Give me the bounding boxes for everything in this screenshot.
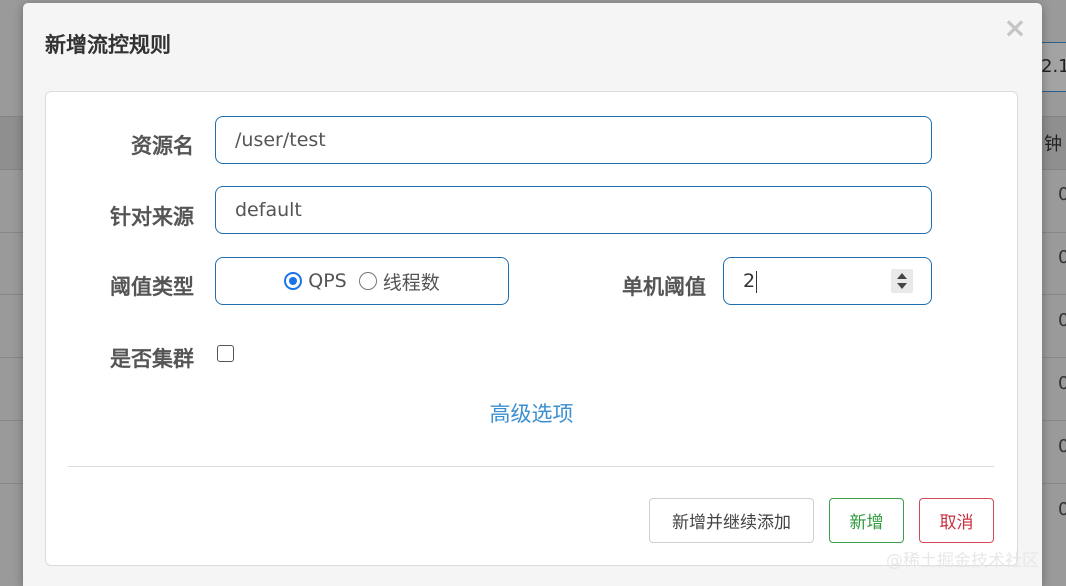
background-cell: 0	[1058, 436, 1066, 457]
divider	[68, 466, 994, 467]
radio-unchecked-icon[interactable]	[358, 272, 377, 290]
spinner-up-icon[interactable]	[897, 273, 907, 279]
add-and-continue-button[interactable]: 新增并继续添加	[649, 498, 814, 543]
cluster-label: 是否集群	[110, 347, 194, 371]
number-spinner[interactable]	[891, 269, 913, 293]
spinner-down-icon[interactable]	[897, 283, 907, 289]
add-flow-rule-dialog: 新增流控规则 × 资源名 针对来源 阈值类型 QPS 线程数 单机阈值 2 是否	[23, 3, 1042, 586]
single-threshold-value: 2	[743, 270, 756, 292]
cancel-button[interactable]: 取消	[919, 498, 994, 543]
radio-option-qps[interactable]: QPS	[284, 270, 347, 292]
add-button[interactable]: 新增	[829, 498, 904, 543]
origin-input[interactable]	[215, 186, 932, 234]
single-threshold-input[interactable]: 2	[723, 257, 932, 305]
text-caret	[756, 270, 758, 293]
origin-label: 针对来源	[110, 205, 194, 229]
form-panel: 资源名 针对来源 阈值类型 QPS 线程数 单机阈值 2 是否集群 高级选项	[45, 91, 1018, 566]
radio-option-thread-count[interactable]: 线程数	[358, 268, 440, 295]
advanced-options-link[interactable]: 高级选项	[46, 398, 1017, 428]
background-cell: 0	[1058, 310, 1066, 331]
close-icon[interactable]: ×	[1001, 13, 1029, 43]
background-cell: 0	[1058, 373, 1066, 394]
radio-checked-icon[interactable]	[284, 272, 303, 290]
background-cell: 0	[1058, 184, 1066, 205]
background-cell: 0	[1058, 499, 1066, 520]
resource-name-input[interactable]	[215, 116, 932, 164]
background-column-header: 钟	[1044, 134, 1062, 155]
radio-option-label: QPS	[308, 270, 347, 292]
background-cell: 0	[1058, 247, 1066, 268]
cluster-checkbox[interactable]	[217, 345, 234, 362]
radio-option-label: 线程数	[382, 271, 440, 294]
dialog-title: 新增流控规则	[45, 33, 171, 57]
resource-name-label: 资源名	[131, 134, 194, 158]
single-threshold-label: 单机阈值	[622, 275, 706, 299]
watermark: @稀土掘金技术社区	[886, 551, 1039, 571]
threshold-type-radio-group: QPS 线程数	[215, 257, 509, 305]
threshold-type-label: 阈值类型	[110, 275, 194, 299]
